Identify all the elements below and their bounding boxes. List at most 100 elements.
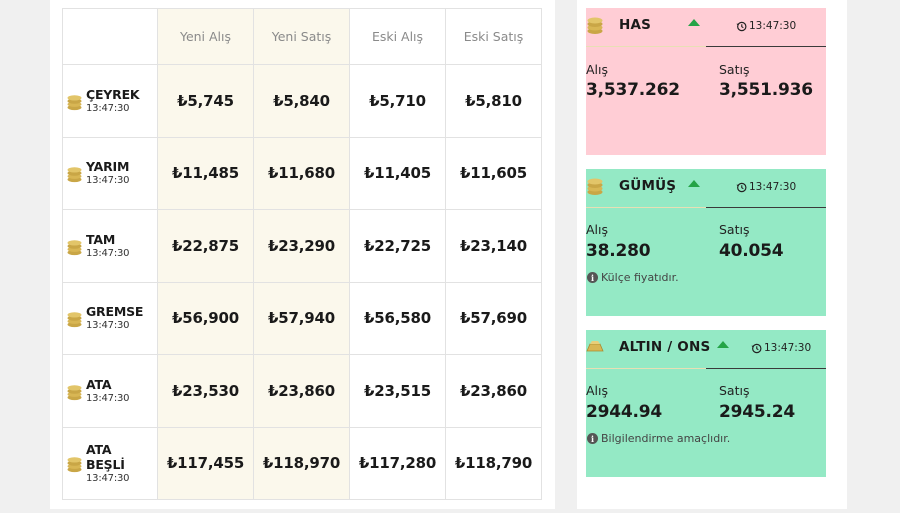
new-buy-cell: ₺117,455	[157, 426, 254, 500]
summary-cards-panel: HAS 13:47:30 Alış 3,537.262 Satış 3,551.…	[577, 0, 847, 509]
old-buy-cell: ₺23,515	[349, 354, 446, 428]
row-time: 13:47:30	[86, 175, 130, 187]
header-old-buy: Eski Alış	[349, 8, 446, 65]
card-time-text: 13:47:30	[764, 342, 812, 354]
sell-value: 3,551.936	[719, 80, 813, 100]
coin-stack-icon	[67, 385, 82, 400]
header-new-buy: Yeni Alış	[157, 8, 254, 65]
sell-label: Satış	[719, 62, 750, 77]
table-row[interactable]: ATA 13:47:30 ₺23,530 ₺23,860 ₺23,515 ₺23,860	[62, 354, 542, 428]
row-time: 13:47:30	[86, 247, 130, 259]
header-new-sell: Yeni Satış	[253, 8, 350, 65]
row-name-cell: ATA BEŞLİ 13:47:30	[62, 426, 158, 500]
new-buy-cell: ₺23,530	[157, 354, 254, 428]
old-buy-cell: ₺5,710	[349, 64, 446, 138]
table-row[interactable]: ÇEYREK 13:47:30 ₺5,745 ₺5,840 ₺5,710 ₺5,810	[62, 64, 542, 138]
row-name-cell: GREMSE 13:47:30	[62, 281, 158, 355]
buy-value: 2944.94	[586, 402, 663, 422]
coin-stack-icon	[587, 178, 603, 195]
row-name-cell: TAM 13:47:30	[62, 209, 158, 283]
table-row[interactable]: ATA BEŞLİ 13:47:30 ₺117,455 ₺118,970 ₺117,280…	[62, 426, 542, 500]
card-header: GÜMÜŞ 13:47:30	[586, 169, 826, 208]
arrow-up-icon	[717, 341, 729, 348]
arrow-up-icon	[688, 180, 700, 187]
divider	[586, 46, 706, 47]
card-has[interactable]: HAS 13:47:30 Alış 3,537.262 Satış 3,551.…	[586, 8, 826, 155]
old-buy-cell: ₺11,405	[349, 136, 446, 210]
old-buy-cell: ₺117,280	[349, 426, 446, 500]
coin-stack-icon	[67, 457, 82, 473]
old-sell-cell: ₺23,860	[445, 354, 542, 428]
coin-stack-icon	[67, 167, 82, 183]
card-time-text: 13:47:30	[749, 20, 797, 32]
note-text: Külçe fiyatıdır.	[601, 271, 679, 284]
gold-prices-panel: Yeni Alış Yeni Satış Eski Alış Eski Satı…	[50, 0, 555, 509]
new-buy-cell: ₺22,875	[157, 209, 254, 283]
old-sell-cell: ₺11,605	[445, 136, 542, 210]
row-time: 13:47:30	[86, 392, 130, 404]
row-name: GREMSE	[86, 304, 144, 320]
new-sell-cell: ₺23,290	[253, 209, 350, 283]
sell-value: 2945.24	[719, 402, 796, 422]
coin-stack-icon	[587, 17, 603, 34]
info-icon: i	[587, 272, 598, 283]
buy-value: 3,537.262	[586, 80, 680, 100]
row-name-cell: ATA 13:47:30	[62, 354, 158, 428]
old-sell-cell: ₺118,790	[445, 426, 542, 500]
row-name-cell: ÇEYREK 13:47:30	[62, 64, 158, 138]
header-empty	[62, 8, 158, 65]
divider	[586, 368, 706, 369]
card-header: HAS 13:47:30	[586, 8, 826, 47]
new-buy-cell: ₺56,900	[157, 281, 254, 355]
sell-value: 40.054	[719, 241, 784, 261]
card-time: 13:47:30	[736, 181, 796, 193]
card-time: 13:47:30	[736, 20, 796, 32]
buy-label: Alış	[586, 62, 609, 77]
card-altin-ons[interactable]: ALTIN / ONS 13:47:30 Alış 2944.94 Satış …	[586, 330, 826, 477]
new-sell-cell: ₺23,860	[253, 354, 350, 428]
divider	[586, 207, 706, 208]
new-sell-cell: ₺118,970	[253, 426, 350, 500]
table-row[interactable]: TAM 13:47:30 ₺22,875 ₺23,290 ₺22,725 ₺23,140	[62, 209, 542, 283]
coin-stack-icon	[67, 240, 82, 255]
divider	[706, 207, 826, 208]
card-note: i Külçe fiyatıdır.	[587, 271, 679, 284]
history-clock-icon	[751, 343, 762, 353]
row-name: ÇEYREK	[86, 86, 140, 102]
sell-label: Satış	[719, 383, 750, 398]
divider	[706, 368, 826, 369]
sell-label: Satış	[719, 222, 750, 237]
old-sell-cell: ₺5,810	[445, 64, 542, 138]
card-title: GÜMÜŞ	[619, 178, 677, 194]
buy-label: Alış	[586, 383, 609, 398]
card-note: i Bilgilendirme amaçlıdır.	[587, 432, 730, 445]
row-name: ATA	[86, 441, 112, 457]
row-name: BEŞLİ	[86, 456, 125, 472]
card-header: ALTIN / ONS 13:47:30	[586, 330, 826, 369]
coin-stack-icon	[67, 312, 82, 328]
row-time: 13:47:30	[86, 472, 130, 484]
arrow-up-icon	[688, 19, 700, 26]
new-buy-cell: ₺5,745	[157, 64, 254, 138]
card-gumus[interactable]: GÜMÜŞ 13:47:30 Alış 38.280 Satış 40.054 …	[586, 169, 826, 316]
new-sell-cell: ₺11,680	[253, 136, 350, 210]
table-header-row: Yeni Alış Yeni Satış Eski Alış Eski Satı…	[62, 8, 542, 65]
row-name: YARIM	[86, 159, 130, 175]
header-old-sell: Eski Satış	[445, 8, 542, 65]
row-time: 13:47:30	[86, 102, 130, 114]
card-title: ALTIN / ONS	[619, 339, 711, 355]
row-name-cell: YARIM 13:47:30	[62, 136, 158, 210]
divider	[706, 46, 826, 47]
card-title: HAS	[619, 17, 652, 33]
row-name: ATA	[86, 376, 112, 392]
table-row[interactable]: YARIM 13:47:30 ₺11,485 ₺11,680 ₺11,405 ₺11,60…	[62, 136, 542, 210]
row-name: TAM	[86, 231, 116, 247]
info-icon: i	[587, 433, 598, 444]
gold-bar-icon	[586, 341, 604, 352]
table-row[interactable]: GREMSE 13:47:30 ₺56,900 ₺57,940 ₺56,580 ₺57,6…	[62, 281, 542, 355]
old-buy-cell: ₺56,580	[349, 281, 446, 355]
old-buy-cell: ₺22,725	[349, 209, 446, 283]
row-time: 13:47:30	[86, 320, 130, 332]
card-time-text: 13:47:30	[749, 181, 797, 193]
gold-prices-table: Yeni Alış Yeni Satış Eski Alış Eski Satı…	[62, 8, 542, 500]
